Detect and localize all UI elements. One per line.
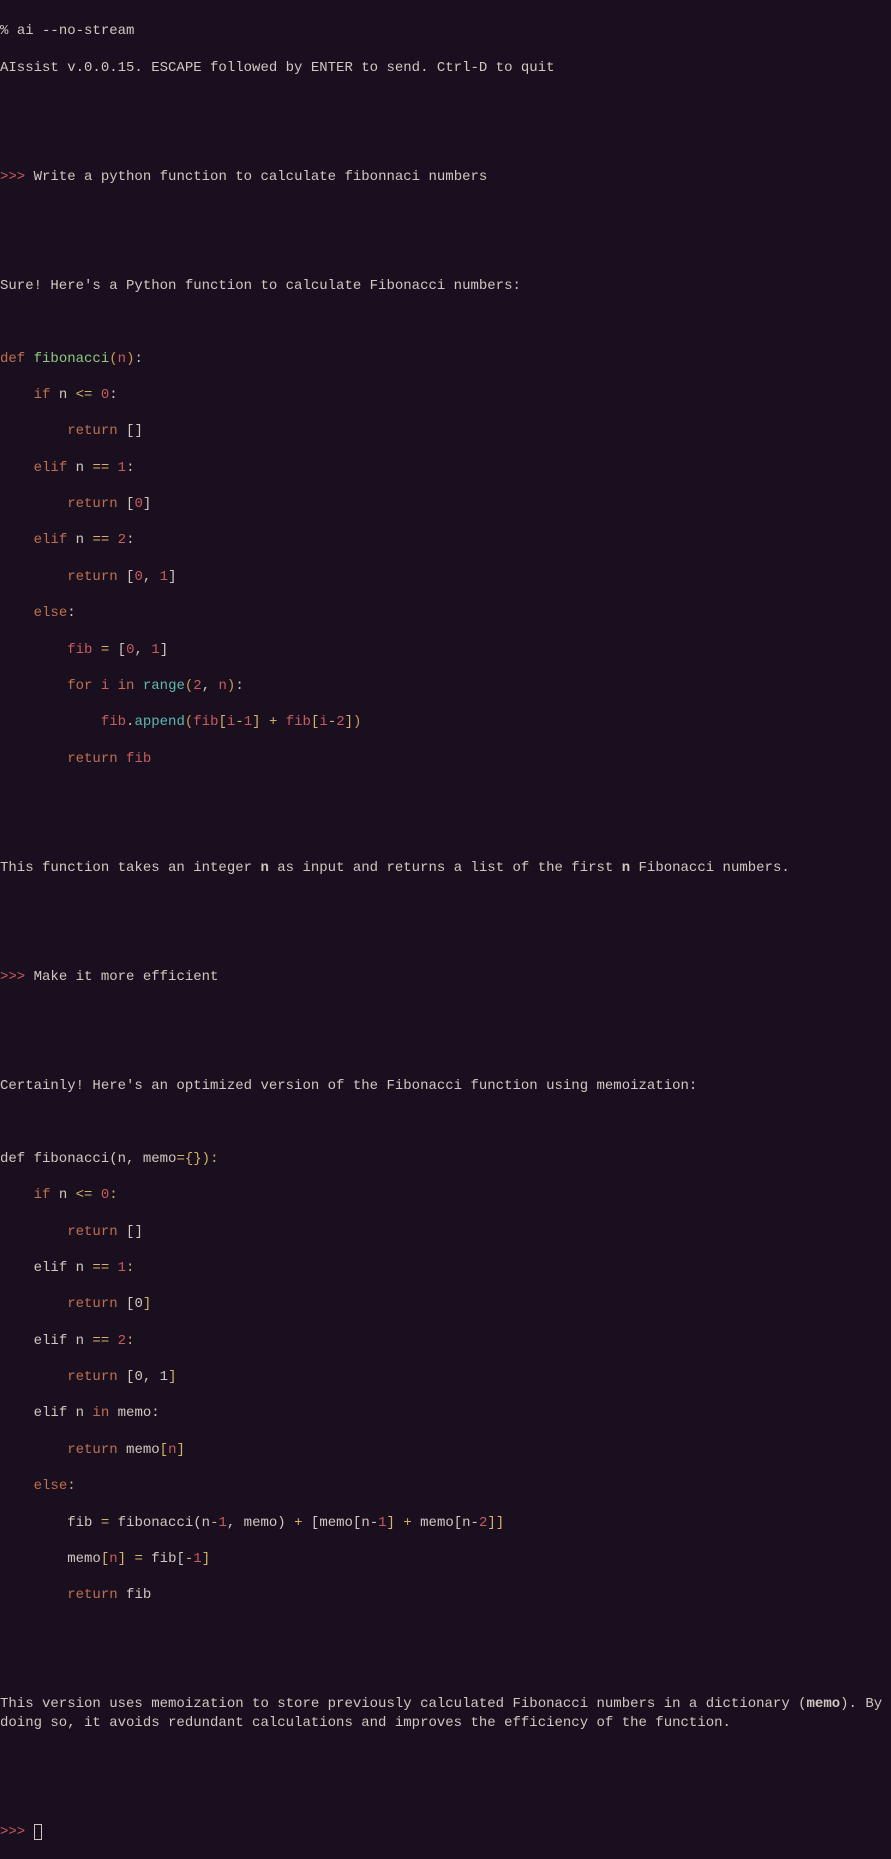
code-line: if n <= 0: xyxy=(0,386,891,404)
code-line: return [0, 1] xyxy=(0,568,891,586)
blank xyxy=(0,932,891,950)
blank xyxy=(0,1041,891,1059)
terminal-output[interactable]: % ai --no-stream AIssist v.0.0.15. ESCAP… xyxy=(0,0,891,1859)
response-text: Certainly! Here's an optimized version o… xyxy=(0,1077,891,1095)
code-line: return [0] xyxy=(0,495,891,513)
blank xyxy=(0,1750,891,1768)
blank xyxy=(0,204,891,222)
blank xyxy=(0,131,891,149)
shell-command: ai --no-stream xyxy=(17,23,135,39)
code-line: def fibonacci(n): xyxy=(0,350,891,368)
code-line: for i in range(2, n): xyxy=(0,677,891,695)
repl-prompt: >>> xyxy=(0,969,25,985)
code-line: elif n == 2: xyxy=(0,531,891,549)
blank xyxy=(0,822,891,840)
cursor-icon xyxy=(34,1824,42,1840)
code-line: return [] xyxy=(0,422,891,440)
code-line: return memo[n] xyxy=(0,1441,891,1459)
code-line: fib = [0, 1] xyxy=(0,641,891,659)
code-line: return [] xyxy=(0,1223,891,1241)
blank xyxy=(0,240,891,258)
code-line: elif n == 2: xyxy=(0,1332,891,1350)
shell-line: % ai --no-stream xyxy=(0,22,891,40)
code-line: if n <= 0: xyxy=(0,1186,891,1204)
blank xyxy=(0,1623,891,1641)
blank xyxy=(0,313,891,331)
code-line: elif n == 1: xyxy=(0,459,891,477)
response-text: Sure! Here's a Python function to calcul… xyxy=(0,277,891,295)
code-line: return fib xyxy=(0,1586,891,1604)
user-text: Make it more efficient xyxy=(25,969,218,985)
blank xyxy=(0,1113,891,1131)
code-line: else: xyxy=(0,604,891,622)
repl-input-2: >>> Make it more efficient xyxy=(0,968,891,986)
code-line: fib = fibonacci(n-1, memo) + [memo[n-1] … xyxy=(0,1514,891,1532)
blank xyxy=(0,1659,891,1677)
blank xyxy=(0,786,891,804)
blank xyxy=(0,1004,891,1022)
blank xyxy=(0,1786,891,1804)
code-line: elif n == 1: xyxy=(0,1259,891,1277)
code-line: return [0, 1] xyxy=(0,1368,891,1386)
shell-prompt: % xyxy=(0,23,17,39)
blank xyxy=(0,95,891,113)
code-line: else: xyxy=(0,1477,891,1495)
repl-prompt: >>> xyxy=(0,1824,25,1840)
repl-input-current[interactable]: >>> xyxy=(0,1823,891,1841)
blank xyxy=(0,895,891,913)
user-text: Write a python function to calculate fib… xyxy=(25,169,487,185)
code-line: return [0] xyxy=(0,1295,891,1313)
repl-input-1: >>> Write a python function to calculate… xyxy=(0,168,891,186)
banner-line: AIssist v.0.0.15. ESCAPE followed by ENT… xyxy=(0,59,891,77)
repl-prompt: >>> xyxy=(0,169,25,185)
response-text: This version uses memoization to store p… xyxy=(0,1695,891,1731)
code-line: memo[n] = fib[-1] xyxy=(0,1550,891,1568)
code-line: elif n in memo: xyxy=(0,1404,891,1422)
code-line: def fibonacci(n, memo={}): xyxy=(0,1150,891,1168)
response-text: This function takes an integer n as inpu… xyxy=(0,859,891,877)
code-line: fib.append(fib[i-1] + fib[i-2]) xyxy=(0,713,891,731)
code-line: return fib xyxy=(0,750,891,768)
